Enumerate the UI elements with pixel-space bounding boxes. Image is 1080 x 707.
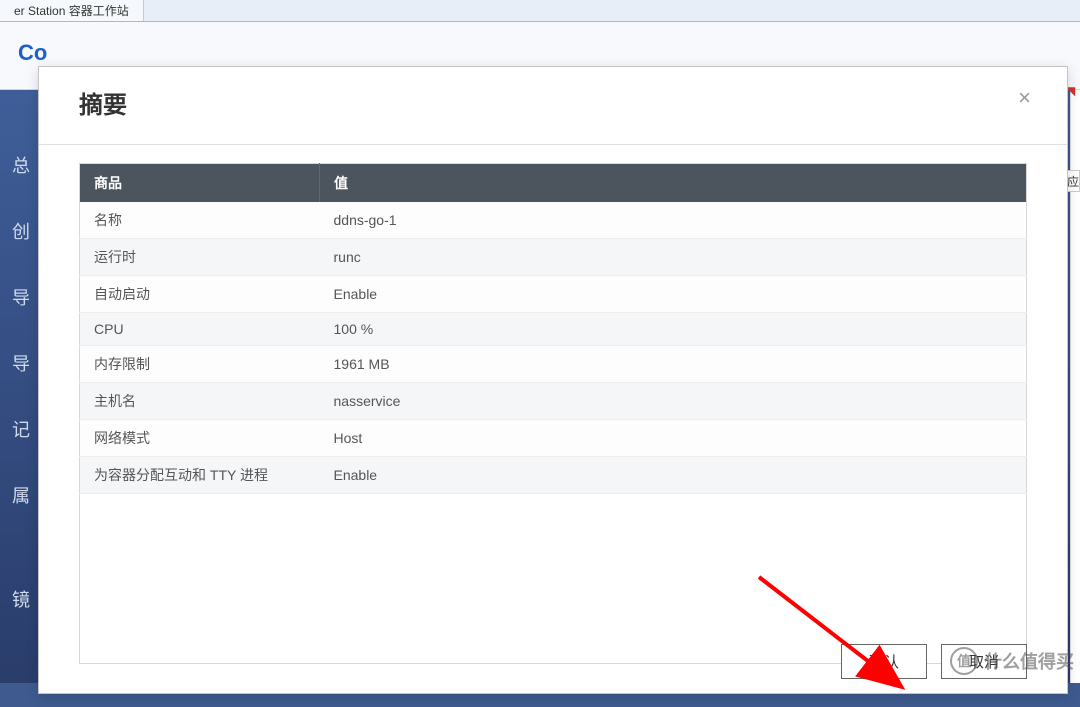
table-row: 内存限制1961 MB [80, 346, 1027, 383]
row-label: 运行时 [80, 239, 320, 276]
table-row: 为容器分配互动和 TTY 进程Enable [80, 457, 1027, 494]
row-value: Host [320, 420, 1027, 457]
table-row: CPU100 % [80, 313, 1027, 346]
browser-tab-label: er Station 容器工作站 [14, 2, 129, 19]
modal-overlay: 摘要 × 商品 值 名称ddns-go-1运行时runc自动启动EnableCP… [0, 22, 1080, 683]
table-header-label: 商品 [80, 164, 320, 203]
table-header-value: 值 [320, 164, 1027, 203]
browser-tab[interactable]: er Station 容器工作站 [0, 0, 144, 21]
row-label: 主机名 [80, 383, 320, 420]
modal-title: 摘要 [79, 85, 127, 120]
modal-body: 商品 值 名称ddns-go-1运行时runc自动启动EnableCPU100 … [39, 145, 1067, 625]
table-filler [80, 494, 1027, 664]
row-value: Enable [320, 276, 1027, 313]
table-row: 名称ddns-go-1 [80, 202, 1027, 239]
table-row: 主机名nasservice [80, 383, 1027, 420]
table-row: 自动启动Enable [80, 276, 1027, 313]
table-row: 网络模式Host [80, 420, 1027, 457]
row-value: 100 % [320, 313, 1027, 346]
summary-table: 商品 值 名称ddns-go-1运行时runc自动启动EnableCPU100 … [79, 163, 1027, 664]
row-value: runc [320, 239, 1027, 276]
row-value: nasservice [320, 383, 1027, 420]
table-row: 运行时runc [80, 239, 1027, 276]
modal-header: 摘要 × [39, 67, 1067, 144]
row-label: 内存限制 [80, 346, 320, 383]
confirm-button[interactable]: 确认 [841, 644, 927, 679]
row-value: ddns-go-1 [320, 202, 1027, 239]
table-header-row: 商品 值 [80, 164, 1027, 203]
row-label: 名称 [80, 202, 320, 239]
summary-modal: 摘要 × 商品 值 名称ddns-go-1运行时runc自动启动EnableCP… [38, 66, 1068, 694]
row-label: 自动启动 [80, 276, 320, 313]
modal-footer: 确认 取消 [841, 644, 1027, 679]
row-label: 网络模式 [80, 420, 320, 457]
row-value: 1961 MB [320, 346, 1027, 383]
close-icon[interactable]: × [1014, 85, 1035, 111]
row-label: CPU [80, 313, 320, 346]
cancel-button[interactable]: 取消 [941, 644, 1027, 679]
row-label: 为容器分配互动和 TTY 进程 [80, 457, 320, 494]
row-value: Enable [320, 457, 1027, 494]
browser-tab-bar: er Station 容器工作站 [0, 0, 1080, 22]
